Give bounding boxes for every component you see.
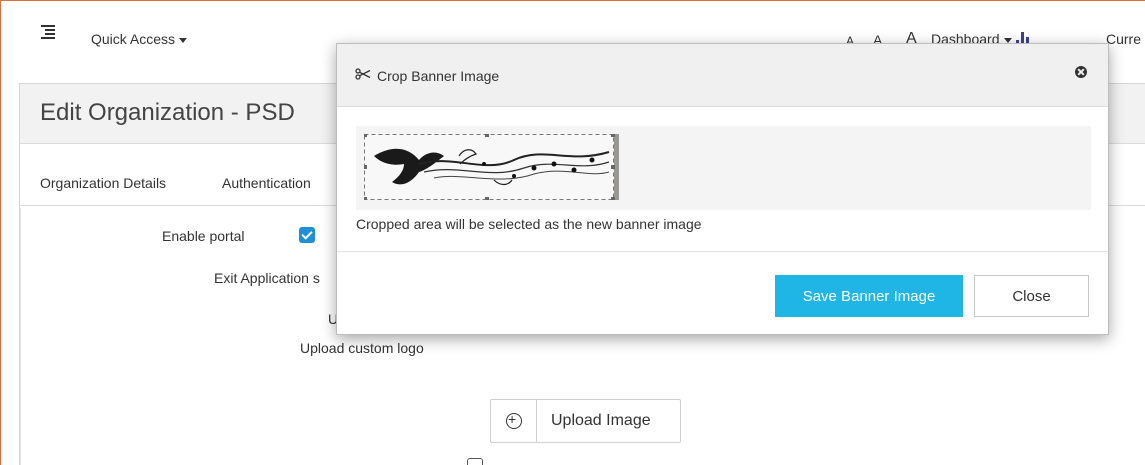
modal-header: Crop Banner Image <box>337 44 1108 107</box>
chevron-down-icon <box>179 37 188 43</box>
add-circle-icon <box>491 400 537 442</box>
crop-instructions: Cropped area will be selected as the new… <box>356 216 702 232</box>
exit-application-label: Exit Application s <box>214 270 320 286</box>
enable-portal-label: Enable portal <box>162 228 245 244</box>
modal-title: Crop Banner Image <box>377 68 500 84</box>
save-banner-image-button[interactable]: Save Banner Image <box>775 275 963 317</box>
quick-access-label: Quick Access <box>91 31 176 47</box>
enable-portal-checkbox[interactable] <box>299 227 315 243</box>
close-icon[interactable] <box>1075 66 1087 78</box>
page-title: Edit Organization - PSD <box>40 99 295 126</box>
upload-image-label: Upload Image <box>551 412 651 429</box>
scissors-icon <box>355 68 371 80</box>
crop-banner-modal: Crop Banner Image Cropped area will be s… <box>336 43 1109 335</box>
hide-logo-checkbox[interactable] <box>467 458 483 465</box>
tab-authentication[interactable]: Authentication <box>222 175 311 191</box>
current-menu-label[interactable]: Curre <box>1106 31 1141 47</box>
modal-footer: Save Banner Image Close <box>337 251 1108 334</box>
banner-image <box>364 134 619 200</box>
close-button[interactable]: Close <box>974 275 1089 317</box>
crop-area[interactable] <box>356 126 1091 210</box>
menu-toggle-icon[interactable] <box>41 25 57 39</box>
quick-access-menu[interactable]: Quick Access <box>91 31 188 47</box>
upload-image-button[interactable]: Upload Image <box>490 399 681 443</box>
upload-custom-logo-label: Upload custom logo <box>300 340 424 356</box>
tab-organization-details[interactable]: Organization Details <box>40 175 166 191</box>
